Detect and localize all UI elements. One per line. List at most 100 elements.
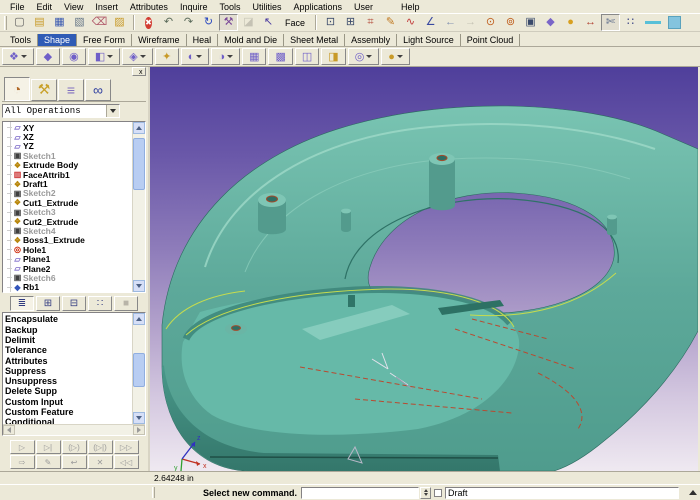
command-input[interactable] bbox=[301, 487, 419, 499]
ops-item-unsuppress[interactable]: Unsuppress bbox=[5, 376, 132, 386]
dropdown-caret-icon[interactable] bbox=[107, 55, 113, 58]
new-file-icon[interactable]: ▢ bbox=[10, 14, 29, 31]
forward-view-icon[interactable]: → bbox=[461, 14, 480, 31]
tab-point-cloud[interactable]: Point Cloud bbox=[461, 34, 521, 46]
ops-h-scrollbar[interactable] bbox=[3, 424, 145, 435]
delete-history-icon[interactable]: ✕ bbox=[88, 455, 113, 469]
tree-item-cut2-extrude[interactable]: ❖Cut2_Extrude bbox=[5, 217, 132, 226]
shell-icon[interactable]: ◫ bbox=[295, 48, 319, 65]
dropdown-caret-icon[interactable] bbox=[140, 55, 146, 58]
back-view-icon[interactable]: ← bbox=[441, 14, 460, 31]
history-tab-icon[interactable]: ◔ bbox=[4, 77, 30, 101]
command-spinner[interactable] bbox=[420, 487, 431, 499]
face-mode-label[interactable]: Face bbox=[279, 18, 311, 28]
link-manager-icon[interactable]: ⌗ bbox=[361, 14, 380, 31]
zoom-window-icon[interactable]: ⊚ bbox=[501, 14, 520, 31]
folder-add-icon[interactable]: ▨ bbox=[110, 14, 129, 31]
fast-forward-icon[interactable]: ▷▷ bbox=[114, 440, 139, 454]
scroll-up-icon[interactable] bbox=[133, 122, 145, 134]
tree-item-rb1[interactable]: ◆Rb1 bbox=[5, 283, 132, 292]
revolve-icon[interactable]: ◆ bbox=[36, 48, 60, 65]
undo-icon[interactable]: ↶ bbox=[159, 14, 178, 31]
tools-tab-icon[interactable]: ⚒ bbox=[31, 79, 57, 101]
visibility-tab-icon[interactable]: ∞ bbox=[85, 79, 111, 101]
tab-light-source[interactable]: Light Source bbox=[397, 34, 461, 46]
cad-model-canvas[interactable]: x y z bbox=[150, 67, 698, 471]
outline-view-icon[interactable]: ≣ bbox=[10, 296, 34, 311]
tree-item-boss1-extrude[interactable]: ❖Boss1_Extrude bbox=[5, 236, 132, 245]
chamfer-icon[interactable]: ◑ bbox=[211, 48, 240, 65]
panel-close-icon[interactable]: x bbox=[132, 67, 146, 76]
ops-item-tolerance[interactable]: Tolerance bbox=[5, 345, 132, 355]
menu-tools[interactable]: Tools bbox=[213, 2, 246, 12]
tree-item-sketch1[interactable]: ▣Sketch1 bbox=[5, 151, 132, 160]
ops-item-suppress[interactable]: Suppress bbox=[5, 366, 132, 376]
scroll-down-icon[interactable] bbox=[133, 280, 145, 292]
pick-filter-icon[interactable]: ⚒ bbox=[219, 14, 238, 31]
render-monitor-icon[interactable]: ⊞ bbox=[341, 14, 360, 31]
tab-sheet-metal[interactable]: Sheet Metal bbox=[284, 34, 345, 46]
tab-free-form[interactable]: Free Form bbox=[77, 34, 132, 46]
dropdown-caret-icon[interactable] bbox=[397, 55, 403, 58]
tree-item-cut1-extrude[interactable]: ❖Cut1_Extrude bbox=[5, 198, 132, 207]
zoom-in-icon[interactable]: ⊙ bbox=[481, 14, 500, 31]
tab-shape[interactable]: Shape bbox=[38, 34, 77, 46]
menu-user[interactable]: User bbox=[348, 2, 379, 12]
ops-item-attributes[interactable]: Attributes bbox=[5, 356, 132, 366]
active-mode-field[interactable]: Draft bbox=[445, 487, 679, 499]
redo-icon[interactable]: ↷ bbox=[179, 14, 198, 31]
menu-view[interactable]: View bbox=[58, 2, 89, 12]
scroll-up-icon[interactable] bbox=[133, 313, 145, 325]
tree-item-draft1[interactable]: ❖Draft1 bbox=[5, 179, 132, 188]
hole-tool-icon[interactable]: ◉ bbox=[62, 48, 86, 65]
tree-item-sketch4[interactable]: ▣Sketch4 bbox=[5, 226, 132, 235]
layers-tab-icon[interactable]: ≡ bbox=[58, 79, 84, 101]
menu-utilities[interactable]: Utilities bbox=[246, 2, 287, 12]
line-color-swatch[interactable] bbox=[645, 21, 661, 24]
tab-mold-and-die[interactable]: Mold and Die bbox=[218, 34, 284, 46]
draft-tool-icon[interactable]: ◨ bbox=[321, 48, 345, 65]
tree-scrollbar[interactable] bbox=[132, 122, 145, 292]
tree-view-icon[interactable]: ⊞ bbox=[36, 296, 60, 311]
org-view-icon[interactable]: ⊟ bbox=[62, 296, 86, 311]
scrollbar-thumb[interactable] bbox=[133, 353, 145, 387]
resume-icon[interactable]: ⇨ bbox=[10, 455, 35, 469]
dropdown-arrow-icon[interactable] bbox=[106, 105, 119, 117]
display-monitor-icon[interactable]: ⊡ bbox=[321, 14, 340, 31]
boss-icon[interactable]: ● bbox=[381, 48, 410, 65]
tree-item-xy[interactable]: ▱XY bbox=[5, 123, 132, 132]
menu-edit[interactable]: Edit bbox=[31, 2, 59, 12]
ops-item-custom-input[interactable]: Custom Input bbox=[5, 397, 132, 407]
dropdown-caret-icon[interactable] bbox=[227, 55, 233, 58]
rewind-icon[interactable]: ◁◁ bbox=[114, 455, 139, 469]
spring-icon[interactable]: ∿ bbox=[401, 14, 420, 31]
tree-item-plane1[interactable]: ▱Plane1 bbox=[5, 254, 132, 263]
fit-view-icon[interactable]: ↔ bbox=[581, 14, 600, 31]
tree-item-sketch2[interactable]: ▣Sketch2 bbox=[5, 189, 132, 198]
grid-icon[interactable]: ▦ bbox=[242, 48, 266, 65]
scrollbar-thumb[interactable] bbox=[133, 138, 145, 190]
erase-icon[interactable]: ⌫ bbox=[90, 14, 109, 31]
ops-item-custom-feature[interactable]: Custom Feature bbox=[5, 407, 132, 417]
regen-icon[interactable]: ↻ bbox=[199, 14, 218, 31]
ops-item-conditional[interactable]: Conditional bbox=[5, 417, 132, 424]
tree-item-xz[interactable]: ▱XZ bbox=[5, 132, 132, 141]
dropdown-caret-icon[interactable] bbox=[21, 55, 27, 58]
stop-view-icon[interactable]: ■ bbox=[114, 296, 138, 311]
loft-icon[interactable]: ◈ bbox=[122, 48, 152, 65]
replay-next-icon[interactable]: ▷| bbox=[36, 440, 61, 454]
3d-viewport[interactable]: x y z bbox=[150, 67, 698, 471]
statusbar-grip[interactable] bbox=[152, 487, 155, 498]
dual-view-icon[interactable]: ∷ bbox=[88, 296, 112, 311]
tree-item-plane2[interactable]: ▱Plane2 bbox=[5, 264, 132, 273]
menu-attributes[interactable]: Attributes bbox=[124, 2, 174, 12]
extrude-icon[interactable]: ❖ bbox=[2, 48, 34, 65]
rib-tool-icon[interactable]: ▩ bbox=[268, 48, 292, 65]
save-icon[interactable]: ▦ bbox=[50, 14, 69, 31]
expand-up-icon[interactable] bbox=[689, 490, 697, 495]
tab-tools[interactable]: Tools bbox=[4, 34, 38, 46]
ops-item-delete-supp[interactable]: Delete Supp bbox=[5, 386, 132, 396]
cad-part[interactable] bbox=[162, 106, 698, 471]
select-arrow-icon[interactable]: ↖ bbox=[259, 14, 278, 31]
section-view-icon[interactable]: ✄ bbox=[601, 14, 620, 31]
